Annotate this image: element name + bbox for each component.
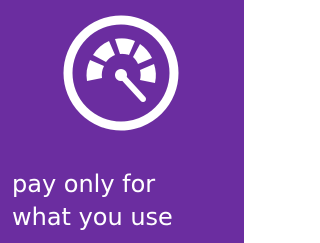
tile-caption-line-1: pay only for (12, 170, 156, 198)
tile-caption-line-2: what you use (12, 203, 173, 231)
tile-caption: pay only for what you use (12, 168, 238, 234)
pay-as-you-go-tile[interactable]: pay only for what you use (0, 0, 244, 243)
speedometer-gauge-icon (61, 13, 181, 133)
